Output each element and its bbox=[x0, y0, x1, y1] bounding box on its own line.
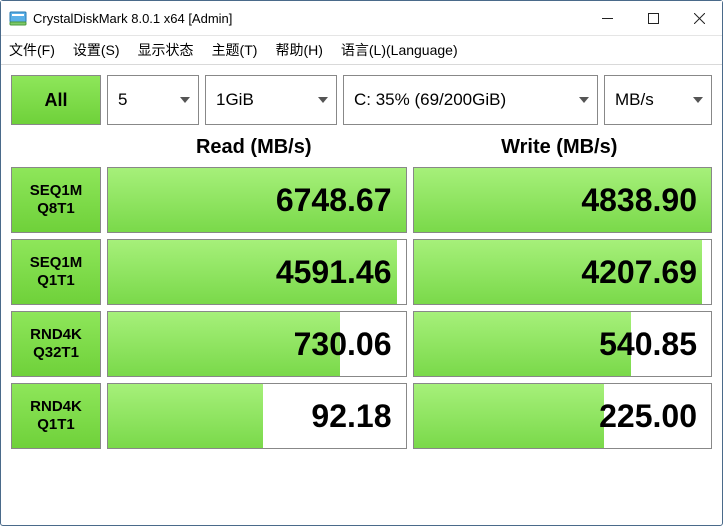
read-cell: 6748.67 bbox=[107, 167, 407, 233]
write-value: 4207.69 bbox=[581, 254, 697, 291]
run-all-button[interactable]: All bbox=[11, 75, 101, 125]
chevron-down-icon bbox=[318, 97, 328, 108]
controls-row: All 5 1GiB C: 35% (69/200GiB) MB/s bbox=[11, 75, 712, 125]
read-value: 6748.67 bbox=[276, 182, 392, 219]
test-label-1: RND4K bbox=[30, 398, 82, 416]
menu-help[interactable]: 帮助(H) bbox=[275, 40, 322, 60]
result-rows: SEQ1MQ8T16748.674838.90SEQ1MQ1T14591.464… bbox=[11, 167, 712, 449]
drive-value: C: 35% (69/200GiB) bbox=[354, 90, 506, 110]
write-bar bbox=[414, 312, 631, 376]
minimize-button[interactable] bbox=[584, 1, 630, 35]
menu-theme[interactable]: 主题(T) bbox=[212, 40, 258, 60]
result-row: RND4KQ32T1 730.06 540.85 bbox=[11, 311, 712, 377]
test-button-seq1m-q8t1[interactable]: SEQ1MQ8T1 bbox=[11, 167, 101, 233]
app-window: CrystalDiskMark 8.0.1 x64 [Admin] 文件(F) … bbox=[0, 0, 723, 526]
write-value: 540.85 bbox=[599, 326, 697, 363]
read-value: 92.18 bbox=[311, 398, 391, 435]
test-label-1: RND4K bbox=[30, 326, 82, 344]
read-bar bbox=[108, 384, 263, 448]
read-cell: 4591.46 bbox=[107, 239, 407, 305]
result-row: SEQ1MQ1T1 4591.46 4207.69 bbox=[11, 239, 712, 305]
menu-display[interactable]: 显示状态 bbox=[138, 40, 194, 60]
content-area: All 5 1GiB C: 35% (69/200GiB) MB/s Read … bbox=[1, 65, 722, 449]
size-select[interactable]: 1GiB bbox=[205, 75, 337, 125]
read-value: 730.06 bbox=[294, 326, 392, 363]
write-cell: 540.85 bbox=[413, 311, 713, 377]
write-cell: 225.00 bbox=[413, 383, 713, 449]
unit-value: MB/s bbox=[615, 90, 654, 110]
write-cell: 4207.69 bbox=[413, 239, 713, 305]
read-value: 4591.46 bbox=[276, 254, 392, 291]
count-select[interactable]: 5 bbox=[107, 75, 199, 125]
menu-language[interactable]: 语言(L)(Language) bbox=[341, 40, 458, 60]
read-cell: 92.18 bbox=[107, 383, 407, 449]
maximize-button[interactable] bbox=[630, 1, 676, 35]
write-cell: 4838.90 bbox=[413, 167, 713, 233]
column-headers: Read (MB/s) Write (MB/s) bbox=[11, 127, 712, 167]
test-label-2: Q32T1 bbox=[33, 344, 79, 362]
result-row: SEQ1MQ8T1 6748.67 4838.90 bbox=[11, 167, 712, 233]
size-value: 1GiB bbox=[216, 90, 254, 110]
chevron-down-icon bbox=[180, 97, 190, 108]
read-cell: 730.06 bbox=[107, 311, 407, 377]
test-label-2: Q1T1 bbox=[37, 272, 75, 290]
close-button[interactable] bbox=[676, 1, 722, 35]
write-bar bbox=[414, 384, 604, 448]
menu-settings[interactable]: 设置(S) bbox=[73, 40, 120, 60]
write-value: 4838.90 bbox=[581, 182, 697, 219]
app-icon bbox=[9, 9, 27, 27]
window-buttons bbox=[584, 1, 722, 35]
drive-select[interactable]: C: 35% (69/200GiB) bbox=[343, 75, 598, 125]
test-label-1: SEQ1M bbox=[30, 182, 83, 200]
test-button-rnd4k-q32t1[interactable]: RND4KQ32T1 bbox=[11, 311, 101, 377]
result-row: RND4KQ1T1 92.18 225.00 bbox=[11, 383, 712, 449]
test-label-2: Q1T1 bbox=[37, 416, 75, 434]
write-value: 225.00 bbox=[599, 398, 697, 435]
title-bar: CrystalDiskMark 8.0.1 x64 [Admin] bbox=[1, 1, 722, 36]
chevron-down-icon bbox=[579, 97, 589, 108]
read-header: Read (MB/s) bbox=[101, 136, 407, 159]
write-header: Write (MB/s) bbox=[407, 136, 713, 159]
menu-bar: 文件(F) 设置(S) 显示状态 主题(T) 帮助(H) 语言(L)(Langu… bbox=[1, 36, 722, 65]
test-label-2: Q8T1 bbox=[37, 200, 75, 218]
test-label-1: SEQ1M bbox=[30, 254, 83, 272]
test-button-rnd4k-q1t1[interactable]: RND4KQ1T1 bbox=[11, 383, 101, 449]
test-button-seq1m-q1t1[interactable]: SEQ1MQ1T1 bbox=[11, 239, 101, 305]
window-title: CrystalDiskMark 8.0.1 x64 [Admin] bbox=[33, 11, 584, 26]
chevron-down-icon bbox=[693, 97, 703, 108]
menu-file[interactable]: 文件(F) bbox=[9, 40, 55, 60]
unit-select[interactable]: MB/s bbox=[604, 75, 712, 125]
count-value: 5 bbox=[118, 90, 127, 110]
